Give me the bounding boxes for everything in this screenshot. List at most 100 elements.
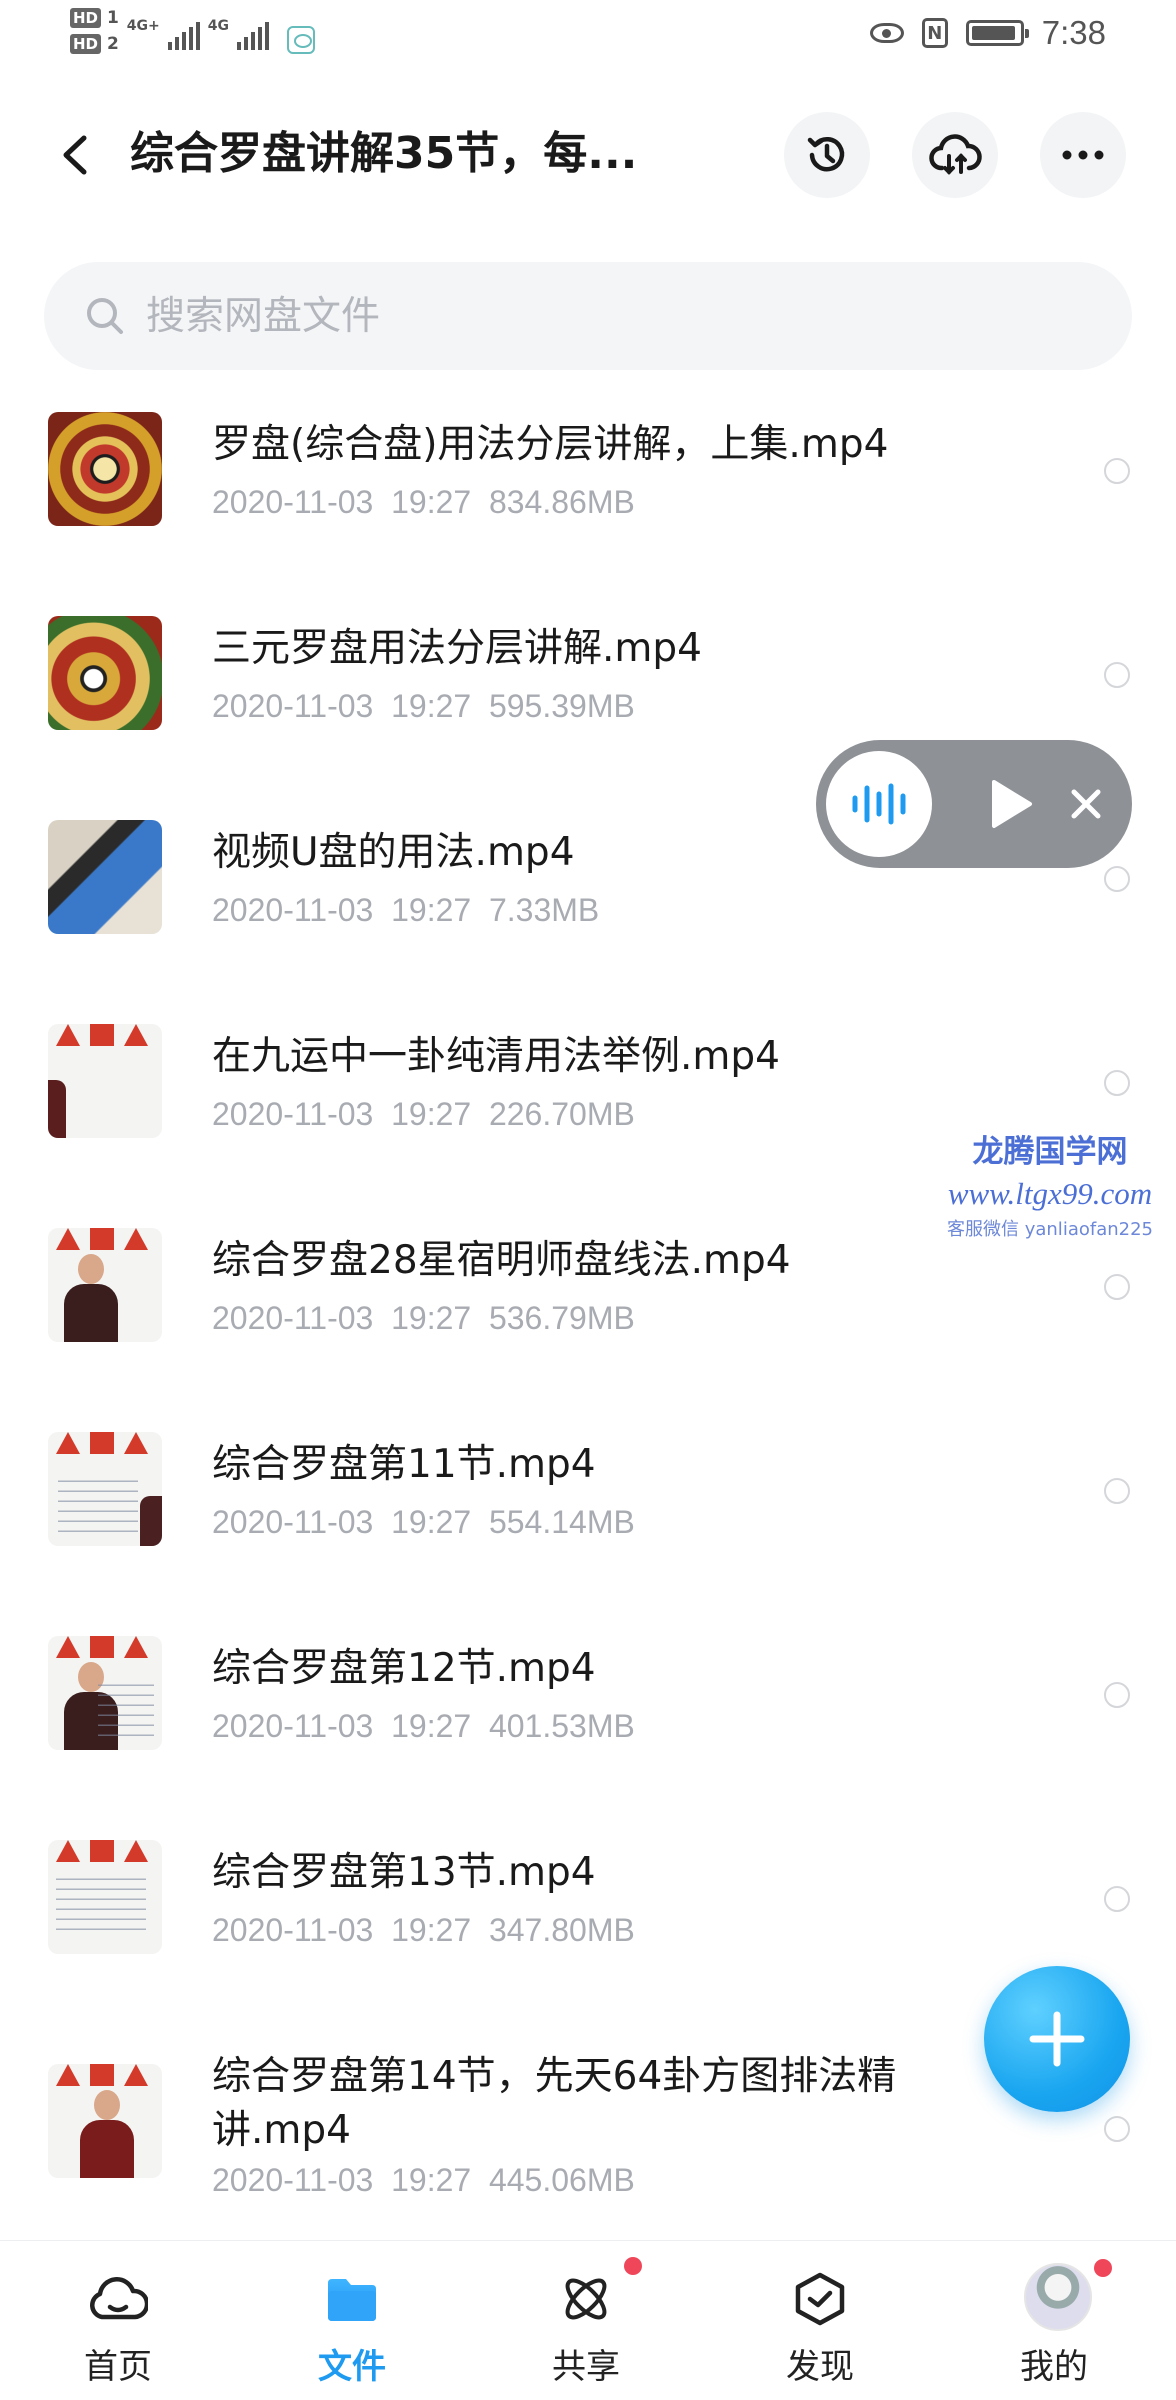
play-icon[interactable] [980,774,1040,834]
watermark-name: 龙腾国学网 [972,1134,1128,1170]
back-icon[interactable] [52,130,102,180]
file-time: 19:27 [391,484,472,520]
file-size: 595.39MB [488,688,635,724]
video-thumbnail [48,820,162,934]
file-meta: 2020-11-03 19:27 401.53MB [212,1708,635,1745]
file-row[interactable]: 罗盘(综合盘)用法分层讲解，上集.mp4 2020-11-03 19:27 83… [0,388,1176,592]
file-row[interactable]: 综合罗盘第13节.mp4 2020-11-03 19:27 347.80MB [0,1816,1176,2020]
thumb-person [78,2090,134,2178]
file-meta: 2020-11-03 19:27 834.86MB [212,484,635,521]
audio-wave-button[interactable] [826,751,932,857]
select-radio[interactable] [1104,1886,1130,1912]
file-meta: 2020-11-03 19:27 554.14MB [212,1504,635,1541]
file-name: 综合罗盘第14节，先天64卦方图排法精讲.mp4 [212,2054,897,2153]
select-radio[interactable] [1104,1478,1130,1504]
select-radio[interactable] [1104,866,1130,892]
video-thumbnail [48,1432,162,1546]
thumb-person [62,1254,118,1342]
select-radio[interactable] [1104,1274,1130,1300]
file-row[interactable]: 综合罗盘第12节.mp4 2020-11-03 19:27 401.53MB [0,1612,1176,1816]
thumb-board-writing [56,1870,146,1930]
thumb-figure [48,1080,66,1138]
file-time: 19:27 [391,1300,472,1336]
video-thumbnail [48,1840,162,1954]
file-meta: 2020-11-03 19:27 445.06MB [212,2162,635,2199]
file-name: 在九运中一卦纯清用法举例.mp4 [212,1034,780,1079]
cloud-sync-button[interactable] [912,112,998,198]
signal-bars-2-icon [236,22,269,50]
file-date: 2020-11-03 [212,2162,374,2198]
select-radio[interactable] [1104,2116,1130,2142]
file-size: 7.33MB [488,892,600,928]
hd1-indicator: HD 1 [70,8,119,28]
nav-home[interactable]: 首页 [48,2269,188,2389]
nav-label: 我的 [1020,2347,1088,2387]
video-thumbnail [48,616,162,730]
eye-comfort-icon [869,23,904,43]
title-bar: 综合罗盘讲解35节，每... [0,100,1176,210]
plus-icon [1029,2011,1085,2067]
select-radio[interactable] [1104,458,1130,484]
history-button[interactable] [784,112,870,198]
video-thumbnail [48,1024,162,1138]
file-size: 401.53MB [488,1708,635,1744]
file-name: 综合罗盘第12节.mp4 [212,1646,596,1691]
file-name: 综合罗盘第13节.mp4 [212,1850,596,1895]
nav-files[interactable]: 文件 [282,2269,422,2389]
search-bar[interactable] [44,262,1132,370]
nav-label: 文件 [318,2347,386,2387]
video-thumbnail [48,1636,162,1750]
more-button[interactable] [1040,112,1126,198]
select-radio[interactable] [1104,1682,1130,1708]
file-meta: 2020-11-03 19:27 595.39MB [212,688,635,725]
network-type-1: 4G+ [126,18,160,34]
watermark-contact: 客服微信 yanliaofan225 [947,1219,1153,1240]
file-row[interactable]: 综合罗盘第11节.mp4 2020-11-03 19:27 554.14MB [0,1408,1176,1612]
status-right: N 7:38 [869,14,1106,52]
file-date: 2020-11-03 [212,1300,374,1336]
select-radio[interactable] [1104,1070,1130,1096]
cloud-home-icon [90,2277,148,2320]
file-size: 347.80MB [488,1912,635,1948]
nav-discover[interactable]: 发现 [750,2269,890,2389]
file-time: 19:27 [391,688,472,724]
battery-fill [971,26,1016,40]
file-time: 19:27 [391,1504,472,1540]
discover-box-icon [795,2272,845,2326]
file-size: 834.86MB [488,484,635,520]
hd-indicators: HD 1 HD 2 [70,8,119,54]
file-meta: 2020-11-03 19:27 7.33MB [212,892,599,929]
search-icon [87,298,123,334]
clock: 7:38 [1041,14,1106,51]
nav-share[interactable]: 共享 [516,2257,656,2389]
watermark: 龙腾国学网 www.ltgx99.com 客服微信 yanliaofan225 [930,1132,1170,1244]
file-time: 19:27 [391,1708,472,1744]
thumb-figure [140,1496,162,1546]
search-input[interactable] [146,293,1046,339]
file-meta: 2020-11-03 19:27 347.80MB [212,1912,635,1949]
hd2-indicator: HD 2 [70,34,119,54]
close-icon[interactable] [1066,784,1106,824]
file-name: 罗盘(综合盘)用法分层讲解，上集.mp4 [212,422,889,467]
notification-badge [1094,2259,1112,2277]
thumb-board-writing [98,1676,154,1736]
notification-badge [624,2257,642,2275]
nav-mine[interactable]: 我的 [984,2259,1124,2389]
add-button[interactable] [984,1966,1130,2112]
floating-audio-player[interactable] [816,740,1132,868]
battery-icon [965,20,1029,46]
bottom-nav: 首页 文件 共享 发现 我的 [0,2240,1176,2400]
file-list: 罗盘(综合盘)用法分层讲解，上集.mp4 2020-11-03 19:27 83… [0,388,1176,2270]
file-time: 19:27 [391,2162,472,2198]
select-radio[interactable] [1104,662,1130,688]
signal-bars-1-icon [167,22,200,50]
file-size: 445.06MB [488,2162,635,2198]
avatar [1024,2263,1092,2331]
folder-icon [328,2279,376,2321]
nav-label: 首页 [84,2347,152,2387]
nfc-icon: N [921,18,948,48]
status-left: HD 1 HD 2 4G+ 4G [70,8,315,54]
file-date: 2020-11-03 [212,1096,374,1132]
file-meta: 2020-11-03 19:27 226.70MB [212,1096,635,1133]
file-date: 2020-11-03 [212,1912,374,1948]
